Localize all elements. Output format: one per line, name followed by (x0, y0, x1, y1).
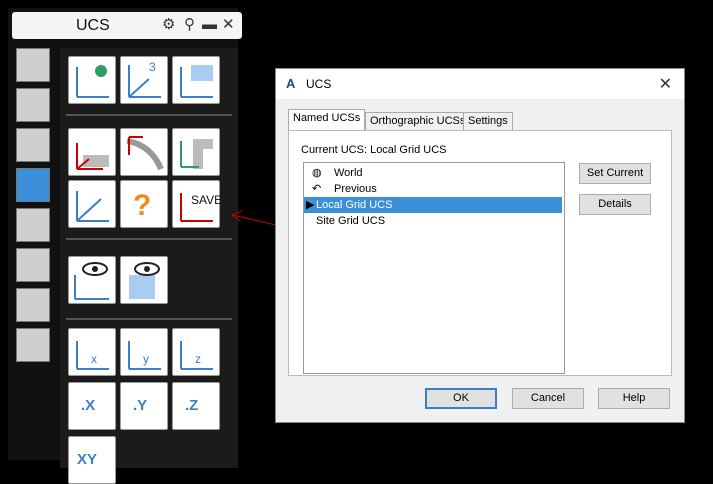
undo-icon: ↶ (312, 183, 322, 195)
ucs-tool-palette: UCS ⚙ ⚲ ▬ ✕ 3 ? SAVE x y z .X .Y .Z XY (8, 8, 242, 484)
side-tab-tools-icon[interactable] (16, 88, 50, 122)
pin-icon[interactable]: ⚲ (184, 16, 195, 34)
palette-tool-grid: 3 ? SAVE x y z .X .Y .Z XY (60, 48, 238, 484)
list-item-world[interactable]: ◍ World (304, 165, 562, 181)
minimize-icon[interactable]: ▬ (202, 16, 217, 34)
tab-named-ucss[interactable]: Named UCSs (288, 109, 366, 131)
set-current-button[interactable]: Set Current (579, 163, 651, 184)
list-item-local-grid-ucs[interactable]: ▶ Local Grid UCS (304, 197, 562, 213)
side-tab-draw-icon[interactable] (16, 48, 50, 82)
ucs-face-tool[interactable] (172, 56, 220, 104)
close-icon[interactable]: ✕ (222, 16, 235, 34)
ucs-axis-x-tool[interactable]: .X (68, 382, 116, 430)
view3d-label: 3 (149, 60, 156, 74)
side-tab-user-icon[interactable] (16, 128, 50, 162)
svg-text:x: x (91, 352, 97, 366)
ucs-rotate-x-tool[interactable]: x (68, 328, 116, 376)
axis-y-label: .Y (133, 397, 148, 414)
ucs-previous-tool[interactable]: ? (120, 180, 168, 228)
ucs-rotate-z-tool[interactable]: z (172, 328, 220, 376)
ucs-list[interactable]: ◍ World ↶ Previous ▶ Local Grid UCS Site… (303, 162, 565, 374)
cancel-button[interactable]: Cancel (512, 388, 584, 409)
ucs-save-tool[interactable]: SAVE (172, 180, 222, 228)
side-tab-layout-icon[interactable] (16, 328, 50, 362)
gear-icon[interactable]: ⚙ (162, 16, 175, 34)
separator (66, 318, 232, 320)
svg-text:?: ? (133, 189, 151, 222)
list-item-previous[interactable]: ↶ Previous (304, 181, 562, 197)
ucs-axis-z-tool[interactable]: .Z (172, 382, 220, 430)
ucs-plan-eye-tool[interactable] (120, 256, 168, 304)
tab-orthographic-ucss[interactable]: Orthographic UCSs (365, 112, 471, 130)
side-tab-ucs-icon[interactable] (16, 168, 50, 202)
axis-x-label: .X (81, 397, 96, 414)
ucs-world-tool[interactable] (68, 56, 116, 104)
ucs-view-tool[interactable] (120, 128, 168, 176)
palette-titlebar[interactable]: UCS ⚙ ⚲ ▬ ✕ (12, 12, 242, 39)
tab-settings[interactable]: Settings (463, 112, 513, 130)
ucs-dialog: A UCS ✕ Named UCSs Orthographic UCSs Set… (275, 68, 685, 423)
side-tab-select-icon[interactable] (16, 208, 50, 242)
palette-title: UCS (76, 17, 110, 34)
details-button[interactable]: Details (579, 194, 651, 215)
globe-icon: ◍ (312, 167, 322, 179)
dialog-titlebar[interactable]: A UCS ✕ (276, 69, 684, 99)
help-button[interactable]: Help (598, 388, 670, 409)
side-tab-layers-icon[interactable] (16, 288, 50, 322)
separator (66, 114, 232, 116)
ucs-rotate-y-tool[interactable]: y (120, 328, 168, 376)
svg-text:y: y (143, 352, 149, 366)
dialog-title: UCS (306, 77, 332, 91)
ucs-entity-tool[interactable] (172, 128, 220, 176)
axis-z-label: .Z (185, 397, 199, 414)
side-tab-filter-icon[interactable] (16, 248, 50, 282)
ucs-view-eye-tool[interactable] (68, 256, 116, 304)
ok-button[interactable]: OK (425, 388, 497, 409)
ucs-3point-tool[interactable]: 3 (120, 56, 168, 104)
ucs-origin-tool[interactable] (68, 180, 116, 228)
app-logo-icon: A (286, 76, 296, 91)
current-ucs-label: Current UCS: Local Grid UCS (301, 144, 447, 156)
ucs-object-tool[interactable] (68, 128, 116, 176)
ucs-axis-xy-tool[interactable]: XY (68, 436, 116, 484)
close-icon[interactable]: ✕ (659, 74, 672, 94)
svg-text:z: z (195, 352, 201, 366)
current-marker-icon: ▶ (306, 199, 315, 211)
ucs-axis-y-tool[interactable]: .Y (120, 382, 168, 430)
separator (66, 238, 232, 240)
list-item-site-grid-ucs[interactable]: Site Grid UCS (304, 213, 562, 229)
